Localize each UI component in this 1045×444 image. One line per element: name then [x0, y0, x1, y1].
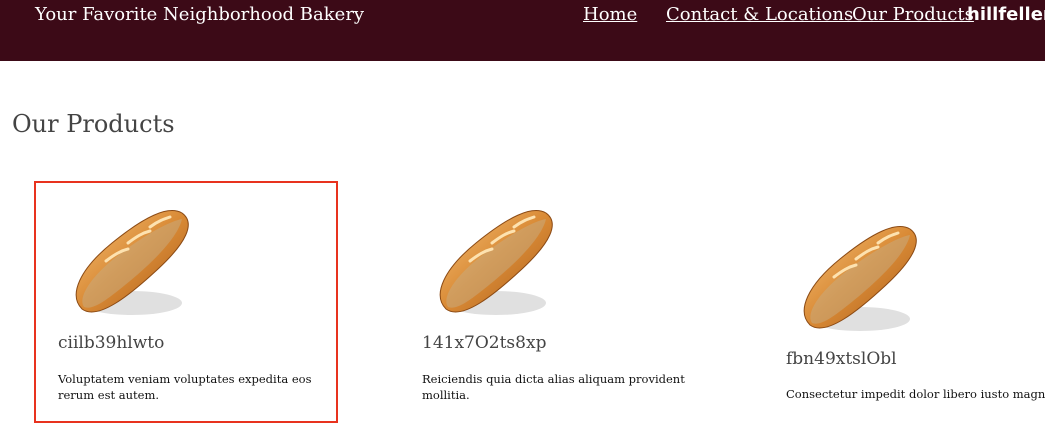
nav-link-home[interactable]: Home — [583, 4, 637, 26]
site-brand[interactable]: Your Favorite Neighborhood Bakery — [35, 4, 364, 26]
product-name[interactable]: ciilb39hlwto — [58, 333, 164, 353]
user-email: hillfeller@ — [967, 4, 1045, 25]
product-card[interactable]: fbn49xtslObl Consectetur impedit dolor l… — [774, 185, 1045, 417]
product-card[interactable]: ciilb39hlwto Voluptatem veniam voluptate… — [46, 185, 326, 417]
product-name[interactable]: fbn49xtslObl — [786, 349, 897, 369]
page-title: Our Products — [12, 110, 175, 138]
nav-link-contact-locations[interactable]: Contact & Locations — [666, 4, 853, 26]
product-description: Voluptatem veniam voluptates expedita eo… — [58, 372, 312, 402]
baguette-image — [439, 210, 553, 315]
baguette-image — [803, 226, 917, 331]
top-navigation-bar: Your Favorite Neighborhood Bakery Home C… — [0, 0, 1045, 61]
baguette-image — [75, 210, 189, 315]
product-description: Consectetur impedit dolor libero iusto m… — [786, 387, 1045, 401]
product-name[interactable]: 141x7O2ts8xp — [422, 333, 546, 353]
product-description: Reiciendis quia dicta alias aliquam prov… — [422, 372, 685, 402]
product-card[interactable]: 141x7O2ts8xp Reiciendis quia dicta alias… — [410, 185, 690, 417]
nav-link-our-products[interactable]: Our Products — [852, 4, 974, 26]
